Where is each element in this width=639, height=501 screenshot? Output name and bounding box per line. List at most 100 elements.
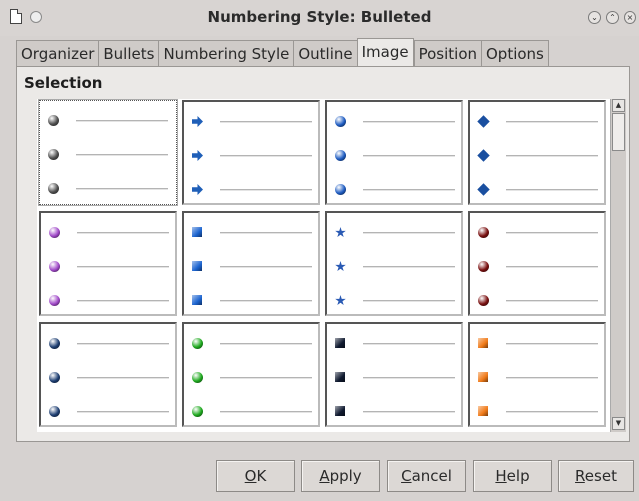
bullet-image-option[interactable] [468, 211, 606, 316]
orange-square-bullet-icon [478, 338, 488, 348]
bullet-image-option[interactable] [182, 211, 320, 316]
tab-position[interactable]: Position [413, 40, 481, 68]
purple-sphere-bullet-icon [49, 227, 60, 238]
cancel-button[interactable]: Cancel [387, 460, 466, 492]
bullet-image-option[interactable] [39, 211, 177, 316]
blue-cube-bullet-icon [192, 227, 202, 237]
blue-diamond-arrow-bullet-icon [477, 183, 490, 196]
black-square-bullet-icon [335, 372, 345, 382]
bullet-preview-row [47, 226, 171, 240]
preview-text-line [220, 300, 312, 302]
blue-sphere-bullet-icon [335, 184, 346, 195]
preview-text-line [77, 300, 169, 302]
bullet-preview-row [476, 260, 600, 274]
maximize-icon[interactable]: ⌃ [606, 11, 619, 24]
preview-text-line [220, 377, 312, 379]
preview-text-line [506, 189, 598, 191]
minimize-icon[interactable]: ⌄ [588, 11, 601, 24]
blue-sphere-bullet-icon [335, 116, 346, 127]
blue-cube-bullet-icon [192, 295, 202, 305]
preview-text-line [220, 411, 312, 413]
preview-text-line [363, 377, 455, 379]
window-title: Numbering Style: Bulleted [207, 8, 432, 26]
bullet-preview-row [190, 337, 314, 351]
preview-text-line [363, 155, 455, 157]
bullet-image-option[interactable] [468, 322, 606, 427]
bullet-preview-row [476, 371, 600, 385]
preview-text-line [363, 411, 455, 413]
preview-text-line [506, 343, 598, 345]
preview-text-line [77, 411, 169, 413]
bullet-preview-row [476, 337, 600, 351]
bullet-preview-row [333, 226, 457, 240]
preview-text-line [76, 188, 168, 190]
bullet-preview-row [190, 115, 314, 129]
bullet-preview-row [47, 405, 171, 419]
green-sphere-bullet-icon [192, 372, 203, 383]
close-icon[interactable]: × [624, 11, 636, 24]
orange-square-bullet-icon [478, 406, 488, 416]
bullet-preview-row [476, 115, 600, 129]
ok-mnemonic: O [244, 467, 257, 485]
preview-text-line [363, 189, 455, 191]
blue-diamond-arrow-bullet-icon [477, 115, 490, 128]
gallery-scrollbar[interactable]: ▲ ▼ [610, 99, 626, 432]
bullet-preview-row [333, 371, 457, 385]
tab-organizer[interactable]: Organizer [16, 40, 99, 68]
tab-outline[interactable]: Outline [293, 40, 357, 68]
green-sphere-bullet-icon [192, 406, 203, 417]
bullet-preview-row [476, 405, 600, 419]
preview-text-line [506, 155, 598, 157]
preview-text-line [220, 189, 312, 191]
bullet-image-option[interactable] [325, 211, 463, 316]
bullet-image-option[interactable] [468, 100, 606, 205]
reset-label-post: eset [584, 467, 617, 485]
preview-text-line [77, 266, 169, 268]
cancel-label-post: ancel [411, 467, 452, 485]
apply-label-post: pply [329, 467, 362, 485]
tab-image[interactable]: Image [356, 38, 414, 68]
help-label-post: elp [506, 467, 530, 485]
bullet-preview-row [47, 260, 171, 274]
ok-button[interactable]: OK [216, 460, 295, 492]
bullet-image-option[interactable] [182, 322, 320, 427]
bullet-image-option[interactable] [182, 100, 320, 205]
dark-red-sphere-bullet-icon [478, 227, 489, 238]
navy-sphere-bullet-icon [49, 406, 60, 417]
scroll-down-icon[interactable]: ▼ [612, 417, 625, 430]
bullet-preview-row [476, 183, 600, 197]
bullet-preview-row [190, 149, 314, 163]
preview-text-line [363, 232, 455, 234]
bullet-preview-row [47, 337, 171, 351]
bullet-preview-row [333, 115, 457, 129]
help-button[interactable]: Help [473, 460, 552, 492]
tab-bullets[interactable]: Bullets [98, 40, 159, 68]
bullet-image-gallery [37, 99, 610, 432]
bullet-preview-row [476, 149, 600, 163]
preview-text-line [506, 411, 598, 413]
scroll-up-icon[interactable]: ▲ [612, 99, 625, 112]
bullet-image-option[interactable] [38, 99, 178, 206]
bullet-preview-row [190, 260, 314, 274]
tab-options[interactable]: Options [481, 40, 549, 68]
bullet-preview-row [333, 260, 457, 274]
bullet-image-option[interactable] [39, 322, 177, 427]
green-sphere-bullet-icon [192, 338, 203, 349]
bullet-preview-row [333, 294, 457, 308]
bullet-preview-row [47, 294, 171, 308]
apply-mnemonic: A [319, 467, 330, 485]
blue-cube-bullet-icon [192, 261, 202, 271]
bullet-image-option[interactable] [325, 322, 463, 427]
preview-text-line [506, 377, 598, 379]
bullet-preview-row [46, 114, 170, 128]
scrollbar-thumb[interactable] [612, 113, 625, 151]
tab-numbering-style[interactable]: Numbering Style [158, 40, 294, 68]
bullet-preview-row [190, 183, 314, 197]
bullet-image-option[interactable] [325, 100, 463, 205]
blue-star-bullet-icon [335, 261, 346, 272]
apply-button[interactable]: Apply [301, 460, 380, 492]
cancel-mnemonic: C [401, 467, 412, 485]
reset-button[interactable]: Reset [558, 460, 634, 492]
bullet-preview-row [47, 371, 171, 385]
tab-bar: Organizer Bullets Numbering Style Outlin… [16, 38, 549, 68]
